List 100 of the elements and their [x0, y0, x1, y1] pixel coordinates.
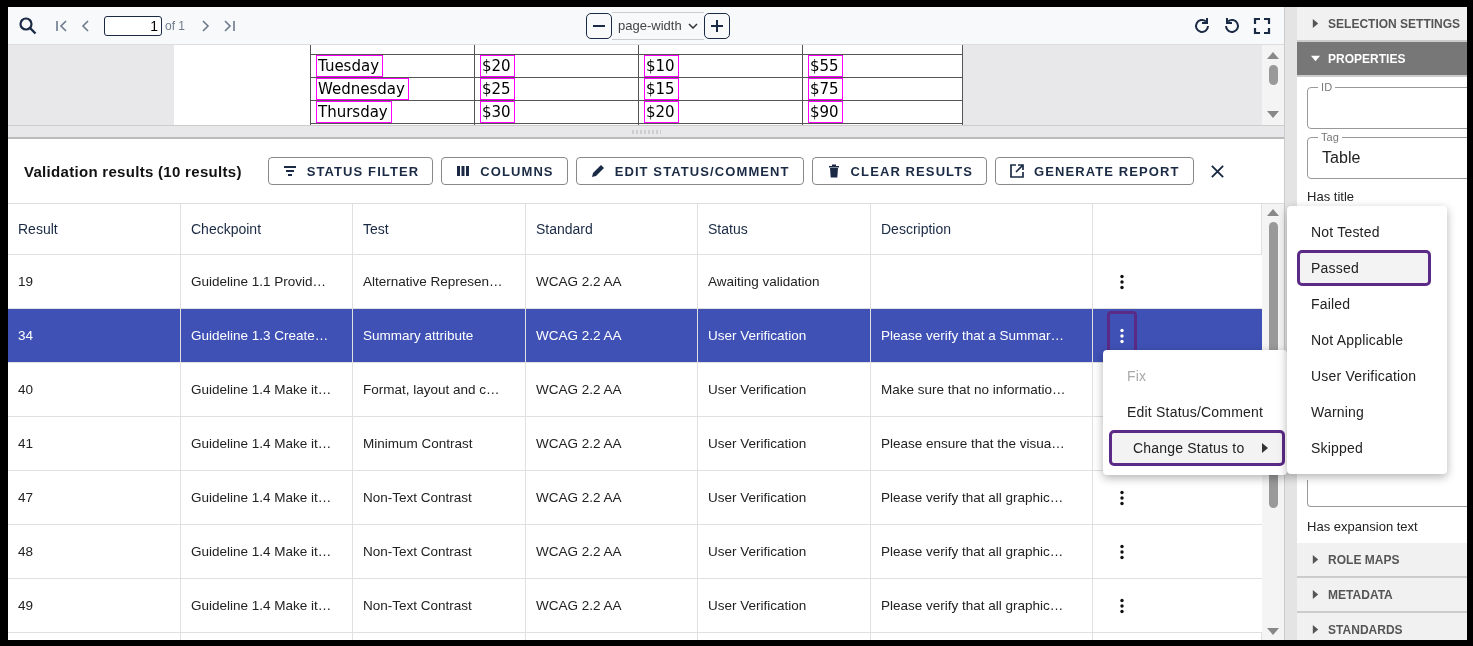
document-table-cell: $15 [645, 79, 678, 99]
menu-item[interactable]: Not Tested [1287, 214, 1447, 250]
document-table-cell: Thursday [317, 102, 391, 122]
table-cell: 40 [18, 382, 34, 397]
table-row[interactable]: 48 Guideline 1.4 Make it… Non-Text Contrast WCAG 2.2 AA User Verification Please verify that all graphic… [8, 525, 1263, 579]
minus-icon [593, 24, 605, 27]
table-cell: WCAG 2.2 AA [536, 490, 622, 505]
zoom-out-button[interactable] [586, 12, 612, 39]
table-cell: User Verification [708, 328, 807, 343]
caret-icon [687, 22, 698, 29]
toolbar-button[interactable]: COLUMNS [441, 157, 568, 185]
table-cell: 49 [18, 598, 34, 613]
table-cell: 34 [18, 328, 34, 343]
table-cell: 41 [18, 436, 34, 451]
filter-icon [281, 163, 298, 179]
search-icon[interactable] [18, 15, 38, 36]
toolbar-button[interactable]: CLEAR RESULTS [811, 157, 987, 185]
property-field[interactable] [1307, 480, 1467, 507]
table-row[interactable]: 34 Guideline 1.3 Create… Summary attribute WCAG 2.2 AA User Verification Please verify that a Summar… [8, 309, 1263, 363]
menu-item[interactable]: Failed [1287, 286, 1447, 322]
table-cell: Please verify that all graphic… [881, 598, 1064, 613]
document-table-cell: $55 [809, 56, 842, 76]
table-cell: Format, layout and c… [363, 382, 500, 397]
table-cell: WCAG 2.2 AA [536, 436, 622, 451]
column-header[interactable]: Checkpoint [191, 221, 262, 237]
document-table-cell: $20 [645, 102, 678, 122]
zoom-in-button[interactable] [703, 12, 730, 39]
columns-icon [455, 163, 472, 179]
menu-item[interactable]: Warning [1287, 394, 1447, 430]
caret-right-icon [1311, 625, 1321, 634]
table-cell: Guideline 1.4 Make it… [191, 382, 332, 397]
table-cell: Guideline 1.4 Make it… [191, 490, 332, 505]
first-page-icon[interactable] [54, 17, 70, 34]
table-cell: Guideline 1.4 Make it… [191, 436, 332, 451]
column-header[interactable]: Test [363, 221, 389, 237]
field-label: ID [1318, 81, 1336, 93]
section-header[interactable]: PROPERTIES [1297, 42, 1467, 77]
table-cell: User Verification [708, 382, 807, 397]
page-number-field[interactable]: 1 [104, 15, 162, 36]
caret-right-icon [1311, 19, 1321, 28]
table-cell: Please ensure that the visua… [881, 436, 1065, 451]
table-cell: 48 [18, 544, 34, 559]
toolbar-button[interactable]: EDIT STATUS/COMMENT [575, 157, 804, 185]
column-header[interactable]: Description [881, 221, 952, 237]
column-header[interactable]: Result [18, 221, 58, 237]
menu-item[interactable]: User Verification [1287, 358, 1447, 394]
kebab-icon [1120, 327, 1124, 344]
table-row[interactable]: 49 Guideline 1.4 Make it… Non-Text Contrast WCAG 2.2 AA User Verification Please verify that all graphic… [8, 579, 1263, 633]
document-table-cell: $20 [481, 56, 514, 76]
document-table-cell: $90 [809, 102, 842, 122]
caret-right-icon [1311, 590, 1321, 599]
kebab-icon [1120, 543, 1124, 560]
document-table-cell: Wednesday [317, 79, 408, 99]
kebab-icon [1120, 273, 1124, 290]
zoom-dropdown[interactable]: page-width [612, 11, 704, 40]
last-page-icon[interactable] [221, 17, 237, 34]
table-cell: WCAG 2.2 AA [536, 382, 622, 397]
document-table-cell: Tuesday [317, 56, 383, 76]
scrollbar[interactable] [1262, 45, 1285, 125]
close-icon[interactable] [1209, 163, 1225, 179]
pencil-icon [589, 163, 606, 179]
property-label: Has expansion text [1307, 519, 1419, 534]
table-cell: Awaiting validation [708, 274, 820, 289]
table-cell: Non-Text Contrast [363, 598, 472, 613]
table-cell: Non-Text Contrast [363, 490, 472, 505]
external-link-icon [1009, 163, 1025, 179]
toolbar-button[interactable]: GENERATE REPORT [995, 157, 1194, 185]
menu-item[interactable]: Not Applicable [1287, 322, 1447, 358]
section-header[interactable]: STANDARDS [1297, 613, 1467, 640]
table-cell: WCAG 2.2 AA [536, 274, 622, 289]
column-header[interactable]: Standard [536, 221, 593, 237]
page-count: of 1 [165, 18, 185, 33]
table-cell: Guideline 1.4 Make it… [191, 598, 332, 613]
table-cell: User Verification [708, 436, 807, 451]
fullscreen-icon[interactable] [1252, 15, 1273, 36]
section-header[interactable]: ROLE MAPS [1297, 543, 1467, 578]
menu-item[interactable]: Change Status to [1109, 430, 1285, 466]
menu-item[interactable]: Skipped [1287, 430, 1447, 466]
table-cell: User Verification [708, 490, 807, 505]
kebab-icon [1120, 597, 1124, 614]
document-table-cell: $75 [809, 79, 842, 99]
table-cell: WCAG 2.2 AA [536, 598, 622, 613]
scroll-down-icon[interactable] [1267, 628, 1280, 636]
scroll-up-icon[interactable] [1267, 51, 1280, 59]
splitter-handle[interactable] [8, 125, 1285, 137]
table-cell: Non-Text Contrast [363, 544, 472, 559]
scroll-thumb[interactable] [1268, 65, 1278, 85]
table-cell: WCAG 2.2 AA [536, 328, 622, 343]
caret-right-icon [1311, 555, 1321, 564]
section-header[interactable]: SELECTION SETTINGS [1297, 7, 1467, 42]
table-cell: Summary attribute [363, 328, 474, 343]
scroll-down-icon[interactable] [1267, 111, 1280, 119]
document-table-cell: $10 [645, 56, 678, 76]
column-header[interactable]: Status [708, 221, 748, 237]
scroll-up-icon[interactable] [1267, 208, 1280, 216]
menu-item[interactable]: Passed [1297, 250, 1431, 286]
toolbar-button[interactable]: STATUS FILTER [267, 157, 434, 185]
caret-down-icon [1311, 54, 1321, 63]
table-cell: Guideline 1.4 Make it… [191, 544, 332, 559]
section-header[interactable]: METADATA [1297, 578, 1467, 613]
